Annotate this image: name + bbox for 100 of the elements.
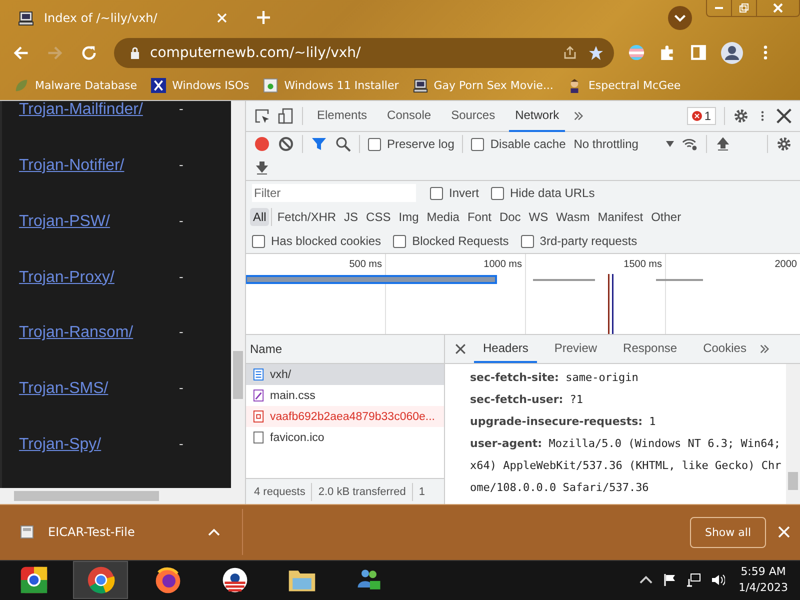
show-all-button[interactable]: Show all xyxy=(690,516,766,548)
type-filter-button[interactable]: CSS xyxy=(363,208,394,226)
header-line: sec-fetch-user: ?1 xyxy=(470,392,584,408)
plus-icon[interactable] xyxy=(257,11,270,24)
more-tabs-icon[interactable] xyxy=(759,343,770,355)
leaf-icon xyxy=(14,78,29,92)
error-count-badge[interactable]: 1 xyxy=(687,107,716,125)
devtools-tab[interactable]: Elements xyxy=(311,100,374,132)
stylesheet-icon xyxy=(253,389,264,402)
filter-option-checkbox[interactable]: Hide data URLs xyxy=(491,186,595,200)
header-line: sec-fetch-site: same-origin xyxy=(470,370,640,386)
request-row[interactable]: vxh/ xyxy=(246,364,444,385)
directory-link[interactable]: Trojan-Proxy/ xyxy=(19,268,179,287)
more-tabs-icon[interactable] xyxy=(573,110,584,122)
vertical-scrollbar[interactable] xyxy=(786,364,800,504)
computer-icon xyxy=(18,10,34,26)
size-text: - xyxy=(179,212,184,228)
detail-tab[interactable]: Preview xyxy=(545,335,606,363)
type-filter-button[interactable]: Wasm xyxy=(553,208,593,226)
column-header[interactable]: Name xyxy=(246,335,444,364)
filter-icon[interactable] xyxy=(311,136,327,152)
directory-link[interactable]: Trojan-SMS/ xyxy=(19,380,179,398)
record-icon[interactable] xyxy=(254,136,270,152)
lock-icon xyxy=(130,46,140,58)
detail-tab[interactable]: Response xyxy=(614,335,686,363)
type-filter-button[interactable]: Media xyxy=(424,208,462,226)
type-filter-button[interactable]: Fetch/XHR xyxy=(274,208,340,226)
error-icon xyxy=(692,111,702,121)
upload-icon[interactable] xyxy=(715,136,732,152)
chevron-down-icon xyxy=(674,14,686,22)
detail-tab[interactable]: Headers xyxy=(474,335,538,363)
filter-option-checkbox[interactable]: Invert xyxy=(430,186,480,200)
settings-icon[interactable] xyxy=(733,108,749,124)
type-filter-button[interactable]: WS xyxy=(526,208,552,226)
share-icon[interactable] xyxy=(562,44,578,60)
directory-link[interactable]: Trojan-PSW/ xyxy=(19,212,179,231)
flag-icon[interactable] xyxy=(662,573,677,588)
puzzle-icon[interactable] xyxy=(659,44,676,61)
network-icon[interactable] xyxy=(686,573,701,588)
close-icon xyxy=(773,3,783,13)
type-filter-button[interactable]: Manifest xyxy=(594,208,646,226)
request-filter-checkbox[interactable]: Has blocked cookies xyxy=(252,234,382,248)
request-filter-checkbox[interactable]: 3rd-party requests xyxy=(520,234,638,248)
filter-field[interactable]: Filter xyxy=(252,184,416,202)
caret-icon[interactable] xyxy=(208,528,220,536)
size-text: - xyxy=(179,324,184,340)
preserve-log-checkbox[interactable]: Preserve log xyxy=(368,137,454,151)
download-item[interactable]: EICAR-Test-File xyxy=(20,525,190,540)
download-icon[interactable] xyxy=(254,160,270,176)
close-icon[interactable] xyxy=(455,343,466,355)
header-line: user-agent: Mozilla/5.0 (Windows NT 6.3; Win64; x64) AppleWebKit/537.36 (KHTML, like Gecko) Chrome/108.0.0.0 Safari/537.36 xyxy=(470,436,782,496)
request-row[interactable]: vaafb692b2aea4879b33c060e... xyxy=(246,406,444,427)
image-file-icon xyxy=(253,410,264,423)
devtools-tab[interactable]: Sources xyxy=(445,100,502,132)
app-button[interactable] xyxy=(73,561,128,600)
size-text: - xyxy=(179,268,184,284)
type-filter-button[interactable]: Img xyxy=(396,208,422,226)
address-bar[interactable]: computernewb.com/~lily/vxh/ xyxy=(114,38,614,68)
volume-icon[interactable] xyxy=(710,573,725,588)
timeline-tick-label: 500 ms xyxy=(349,259,382,270)
device-icon[interactable] xyxy=(278,108,294,124)
close-icon[interactable] xyxy=(776,108,792,124)
reload-icon[interactable] xyxy=(80,44,98,62)
clear-icon[interactable] xyxy=(278,136,294,152)
clock[interactable]: 5:59 AM 1/4/2023 xyxy=(734,564,800,596)
type-filter-button[interactable]: JS xyxy=(341,208,362,226)
status-text: 4 requests xyxy=(254,486,306,498)
throttling-dropdown[interactable]: No throttling xyxy=(574,137,674,151)
installer-icon xyxy=(263,78,278,92)
request-filter-checkbox[interactable]: Blocked Requests xyxy=(393,234,509,248)
status-text: 1 xyxy=(418,486,425,498)
search-icon[interactable] xyxy=(335,136,351,152)
restore-icon xyxy=(739,3,749,13)
directory-link[interactable]: Trojan-Spy/ xyxy=(19,436,179,454)
timeline-tick-label: 1000 ms xyxy=(484,259,522,270)
type-filter-button[interactable]: Doc xyxy=(496,208,524,226)
directory-link[interactable]: Trojan-Notifier/ xyxy=(19,156,179,175)
horizontal-scrollbar[interactable] xyxy=(0,488,245,504)
wifi-settings-icon[interactable] xyxy=(682,136,698,152)
directory-link[interactable]: Trojan-Mailfinder/ xyxy=(19,101,179,119)
back-icon[interactable] xyxy=(12,44,30,62)
tab-search-button[interactable] xyxy=(668,6,692,30)
inspect-icon[interactable] xyxy=(254,108,270,124)
star-icon[interactable] xyxy=(588,44,604,60)
disable-cache-checkbox[interactable]: Disable cache xyxy=(471,137,566,151)
vertical-scrollbar[interactable] xyxy=(231,101,245,488)
settings-icon[interactable] xyxy=(776,136,792,152)
browser-logo-icon xyxy=(18,565,48,596)
type-filter-button[interactable]: All xyxy=(250,208,270,226)
profile-icon[interactable] xyxy=(721,42,743,64)
type-filter-button[interactable]: Other xyxy=(648,208,684,226)
request-row[interactable]: favicon.ico xyxy=(246,427,444,448)
type-filter-button[interactable]: Font xyxy=(464,208,494,226)
size-text: - xyxy=(179,380,184,396)
directory-link[interactable]: Trojan-Ransom/ xyxy=(19,324,179,342)
document-icon xyxy=(253,368,264,381)
devtools-tab[interactable]: Console xyxy=(381,100,438,132)
request-row[interactable]: main.css xyxy=(246,385,444,406)
side-panel-icon[interactable] xyxy=(690,44,707,61)
detail-tab[interactable]: Cookies xyxy=(694,335,756,363)
